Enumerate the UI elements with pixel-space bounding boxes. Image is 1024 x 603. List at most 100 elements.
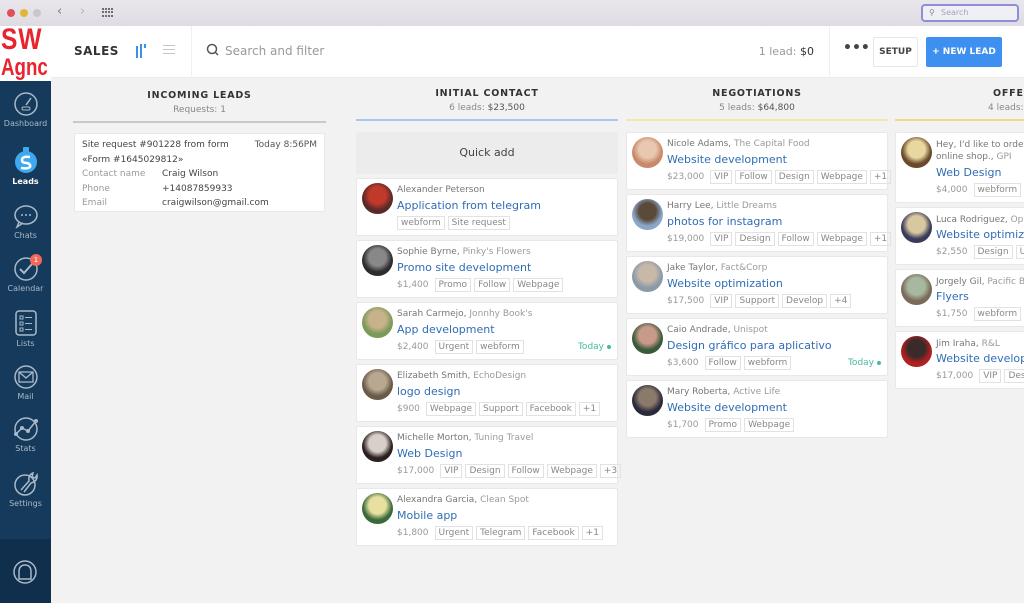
lead-card[interactable]: Alexander Peterson Application from teleg… [356,178,618,236]
sidebar-item-chats[interactable]: Chats [0,203,51,240]
back-icon[interactable]: ‹ [57,4,62,19]
tag[interactable]: Follow [474,278,511,292]
tag[interactable]: VIP [710,294,733,308]
sidebar-item-calendar[interactable]: 1 Calendar [0,254,51,293]
tag[interactable]: Desig [1004,369,1024,383]
sidebar-item-leads[interactable]: Leads [0,145,51,186]
tag[interactable]: Webpage [744,418,795,432]
quick-add-button[interactable]: Quick add [356,132,618,174]
deal-title-link[interactable]: logo design [397,385,461,398]
setup-button[interactable]: SETUP [873,37,918,67]
tag[interactable]: webform [973,307,1022,321]
lead-card[interactable]: Sophie Byrne, Pinky's Flowers Promo site … [356,240,618,298]
tag[interactable]: Site request [447,216,510,230]
tag[interactable]: Webpage [816,170,867,184]
tag[interactable]: webform [476,340,524,354]
tag[interactable]: Design [735,232,775,246]
lead-card[interactable]: Jim Iraha, R&L Website develop $17,000 VIP D… [895,331,1024,389]
tag[interactable]: +1 [581,526,603,540]
tag[interactable]: VIP [710,232,733,246]
brand-logo[interactable]: SW Agnc [0,26,51,81]
sidebar-item-settings[interactable]: Settings [0,469,51,508]
tag[interactable]: Design [973,245,1013,259]
tag[interactable]: Urgent [434,526,474,540]
forward-icon[interactable]: › [80,4,85,19]
sidebar-item-lists[interactable]: Lists [0,309,51,348]
pipeline-view-icon[interactable] [135,44,149,58]
window-minimize-button[interactable] [20,9,28,17]
deal-title-link[interactable]: Website optimization [667,277,783,290]
tag[interactable]: webform [973,183,1022,197]
tag[interactable]: VIP [440,464,463,478]
tag[interactable]: VIP [979,369,1002,383]
more-options-button[interactable]: ••• [843,40,870,56]
incoming-request-card[interactable]: Site request #901228 from form «Form #16… [74,133,325,212]
deal-title-link[interactable]: App development [397,323,495,336]
lead-card[interactable]: Caio Andrade, Unispot Design gráfico para… [626,318,888,376]
lead-card[interactable]: Mary Roberta, Active Life Website develop… [626,380,888,438]
tag[interactable]: webform [743,356,792,370]
tag[interactable]: Webpage [816,232,867,246]
deal-title-link[interactable]: Website development [667,401,787,414]
window-zoom-button[interactable] [33,9,41,17]
tag[interactable]: +1 [578,402,601,416]
lead-card[interactable]: Jorgely Gil, Pacific B Flyers $1,750 webfor… [895,269,1024,327]
lead-card[interactable]: Jake Taylor, Fact&Corp Website optimizati… [626,256,888,314]
tag[interactable]: Promo [704,418,742,432]
tag[interactable]: Telegram [476,526,526,540]
tag[interactable]: +1 [869,170,892,184]
tag[interactable]: Webpage [546,464,597,478]
deal-title-link[interactable]: Web Design [936,166,1001,179]
tag[interactable]: Design [465,464,505,478]
deal-title-link[interactable]: photos for instagram [667,215,782,228]
window-close-button[interactable] [7,9,15,17]
lead-card[interactable]: Sarah Carmejo, Jonnhy Book's App developm… [356,302,618,360]
tag[interactable]: Follow [777,232,814,246]
lead-card[interactable]: Elizabeth Smith, EchoDesign logo design $9… [356,364,618,422]
deal-title-link[interactable]: Application from telegram [397,199,541,212]
lead-card[interactable]: Nicole Adams, The Capital Food Website de… [626,132,892,190]
tag[interactable]: VIP [710,170,733,184]
tag[interactable]: +4 [830,294,852,308]
tag[interactable]: Webpage [425,402,477,416]
tag[interactable]: +3 [599,464,622,478]
bell-icon[interactable] [12,558,38,586]
tag[interactable]: webform [397,216,445,230]
tag[interactable]: Support [479,402,523,416]
deal-title-link[interactable]: Website optimiza [936,228,1024,241]
deal-title-link[interactable]: Website development [667,153,787,166]
list-view-icon[interactable] [163,45,175,56]
tag[interactable]: Design [774,170,814,184]
sidebar-item-dashboard[interactable]: Dashboard [0,91,51,128]
tag[interactable]: Follow [704,356,741,370]
tag[interactable]: Promo [434,278,472,292]
tag[interactable]: Facebook [528,526,579,540]
tag[interactable]: Urgent [434,340,474,354]
tag[interactable]: Facebook [525,402,576,416]
tag[interactable]: Follow [735,170,772,184]
tag[interactable]: Follow [507,464,544,478]
tag[interactable]: Webpage [513,278,564,292]
tag[interactable]: Support [735,294,780,308]
column-summary-label: Requests: [173,105,221,115]
lead-card[interactable]: Alexandra Garcia, Clean Spot Mobile app $1… [356,488,618,546]
deal-title-link[interactable]: Mobile app [397,509,457,522]
lead-card[interactable]: Hey, I'd like to order online shop., GPI… [895,132,1024,203]
lead-card[interactable]: Harry Lee, Little Dreams photos for insta… [626,194,892,252]
deal-title-link[interactable]: Design gráfico para aplicativo [667,339,832,352]
sidebar-item-stats[interactable]: Stats [0,416,51,453]
tag[interactable]: +1 [869,232,892,246]
apps-grid-icon[interactable] [102,8,113,17]
deal-title-link[interactable]: Flyers [936,290,969,303]
tag[interactable]: Develop [782,294,828,308]
new-lead-button[interactable]: + NEW LEAD [926,37,1002,67]
tag[interactable]: Ur [1015,245,1024,259]
lead-card[interactable]: Luca Rodriguez, Op Website optimiza $2,550… [895,207,1024,265]
deal-title-link[interactable]: Web Design [397,447,462,460]
deal-title-link[interactable]: Promo site development [397,261,531,274]
lead-card[interactable]: Michelle Morton, Tuning Travel Web Design… [356,426,622,484]
browser-search-input[interactable]: ⚲ Search [921,4,1019,22]
sidebar-item-mail[interactable]: Mail [0,364,51,401]
search-filter-input[interactable]: Search and filter [206,43,456,61]
deal-title-link[interactable]: Website develop [936,352,1024,365]
